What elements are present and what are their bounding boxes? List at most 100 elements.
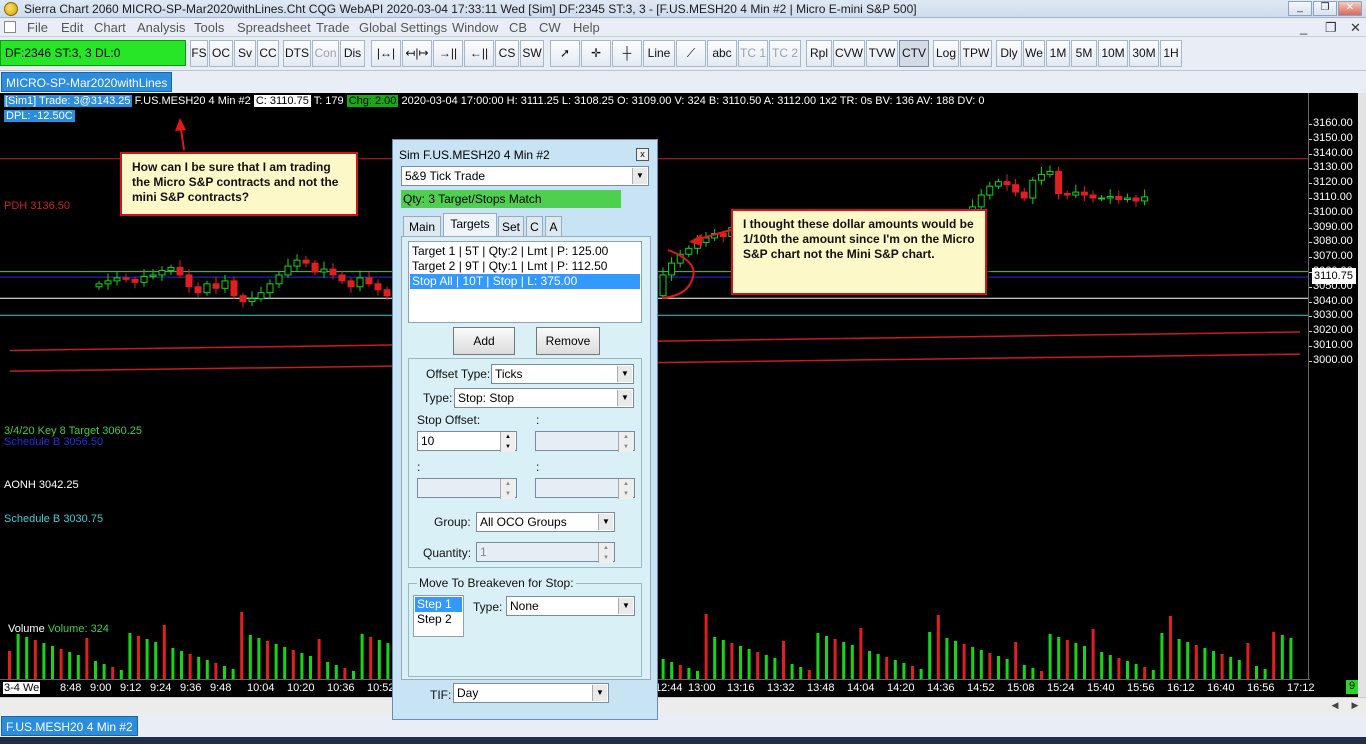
tb-crosshair-icon[interactable]: ✛ [581, 40, 611, 67]
type-select[interactable]: Stop: Stop ▼ [454, 388, 634, 408]
tab-targets[interactable]: Targets [443, 213, 497, 236]
volume-bar [51, 646, 54, 679]
dialog-close-icon[interactable]: x [636, 148, 649, 161]
mdi-restore-button[interactable]: ❐ [1325, 20, 1337, 36]
tb-abc-button[interactable]: abc [707, 40, 737, 67]
tb-1m-button[interactable]: 1M [1046, 40, 1070, 67]
tb-30m-button[interactable]: 30M [1129, 40, 1159, 67]
tb-tpw-button[interactable]: TPW [960, 40, 992, 67]
tab-c[interactable]: C [526, 216, 543, 236]
scroll-right-icon[interactable]: ▶ [1348, 700, 1362, 712]
time-axis-label: 15:40 [1087, 682, 1115, 694]
tb-10m-button[interactable]: 10M [1098, 40, 1128, 67]
tb-cc-button[interactable]: CC [257, 40, 279, 67]
list-item-selected[interactable]: Stop All | 10T | Stop | L: 375.00 [410, 274, 640, 289]
tb-width-increase-icon[interactable]: ↤|↦ [402, 40, 432, 67]
volume-bar [180, 651, 183, 679]
tb-oc-button[interactable]: OC [209, 40, 233, 67]
breakeven-label: Move To Breakeven for Stop: [417, 576, 576, 590]
mdi-close-button[interactable]: ✕ [1350, 20, 1361, 36]
volume-bar [266, 641, 269, 679]
tb-sv-button[interactable]: Sv [234, 40, 256, 67]
menu-edit[interactable]: Edit [61, 20, 83, 35]
tb-ray-icon[interactable]: ⟋ [676, 40, 706, 67]
tif-value: Day [457, 686, 479, 700]
tb-dis-button[interactable]: Dis [340, 40, 365, 67]
menu-spreadsheet[interactable]: Spreadsheet [237, 20, 311, 35]
be-type-select[interactable]: None ▼ [506, 596, 635, 616]
tif-select[interactable]: Day ▼ [453, 683, 609, 703]
tb-1h-button[interactable]: 1H [1160, 40, 1182, 67]
menu-analysis[interactable]: Analysis [137, 20, 185, 35]
doc-icon[interactable] [4, 21, 16, 33]
tb-log-button[interactable]: Log [933, 40, 959, 67]
tab-main[interactable]: Main [403, 216, 441, 236]
tb-sw-button[interactable]: SW [520, 40, 544, 67]
strategy-select[interactable]: 5&9 Tick Trade ▼ [401, 166, 649, 186]
offset-type-select[interactable]: Ticks ▼ [491, 364, 634, 384]
candle-bull [1029, 179, 1037, 199]
tb-space-increase-icon[interactable]: ←||→ [464, 40, 494, 85]
menu-file[interactable]: File [27, 20, 48, 35]
candle-bull [266, 283, 274, 294]
tb-tc2-button[interactable]: TC 2 [769, 40, 801, 67]
disabled-input: ▲ ▼ [535, 431, 635, 452]
menu-help[interactable]: Help [573, 20, 600, 35]
tb-dly-button[interactable]: Dly [996, 40, 1022, 67]
tb-dts-button[interactable]: DTS [283, 40, 311, 67]
vertical-scrollbar[interactable] [1358, 93, 1366, 697]
dialog-title-bar: Sim F.US.MESH20 4 Min #2 x [393, 140, 657, 167]
minimize-button[interactable]: _ [1288, 1, 1312, 16]
close-window-button[interactable]: ✕ [1338, 1, 1362, 16]
list-item[interactable]: Step 2 [415, 612, 462, 627]
breakeven-steps-list[interactable]: Step 1 Step 2 [413, 595, 464, 637]
tb-space-decrease-icon[interactable]: →||← [433, 40, 463, 85]
tb-cursor-icon[interactable]: ┼ [612, 40, 642, 67]
scroll-left-icon[interactable]: ◀ [1328, 700, 1342, 712]
candle-bear [1020, 191, 1028, 199]
restore-button[interactable]: ❐ [1313, 1, 1337, 16]
menu-chart[interactable]: Chart [94, 20, 126, 35]
menu-cb[interactable]: CB [509, 20, 527, 35]
stop-offset-input[interactable]: 10 ▲ ▼ [417, 431, 517, 452]
remove-button[interactable]: Remove [536, 327, 600, 355]
tab-set[interactable]: Set [498, 216, 524, 236]
tb-rpl-button[interactable]: Rpl [806, 40, 832, 67]
qty-status-bar: Qty: 3 Target/Stops Match [401, 190, 621, 208]
menu-window[interactable]: Window [452, 20, 498, 35]
tb-con-button[interactable]: Con [312, 40, 339, 67]
taskbar [0, 737, 1366, 744]
menu-tools[interactable]: Tools [194, 20, 224, 35]
menu-global-settings[interactable]: Global Settings [359, 20, 447, 35]
price-axis[interactable]: 3160.00 3150.00 3140.00 3130.00 3120.00 3110.… [1308, 93, 1358, 697]
tb-tvw-button[interactable]: TVW [866, 40, 898, 67]
horizontal-scrollbar[interactable]: ◀ ▶ [0, 697, 1366, 714]
list-item-selected[interactable]: Step 1 [415, 597, 462, 612]
tb-pointer-icon[interactable]: ➚ [550, 40, 580, 67]
tb-cs-button[interactable]: CS [495, 40, 519, 67]
list-item[interactable]: Target 2 | 9T | Qty:1 | Lmt | P: 112.50 [410, 259, 640, 274]
chart-window-tab[interactable]: F.US.MESH20 4 Min #2 [1, 716, 138, 736]
tb-fs-button[interactable]: FS [190, 40, 208, 67]
menu-trade[interactable]: Trade [316, 20, 349, 35]
tb-width-decrease-icon[interactable]: |↔| [371, 40, 401, 67]
be-type-value: None [510, 599, 539, 613]
mdi-minimize-button[interactable]: _ [1300, 20, 1307, 35]
tb-ctv-button[interactable]: CTV [899, 40, 929, 67]
tab-a[interactable]: A [545, 216, 562, 236]
time-axis-label: 14:52 [967, 682, 995, 694]
chartbook-tab[interactable]: MICRO-SP-Mar2020withLines [1, 72, 173, 92]
targets-list[interactable]: Target 1 | 5T | Qty:2 | Lmt | P: 125.00 … [408, 241, 642, 323]
tb-we-button[interactable]: We [1023, 40, 1045, 67]
tb-5m-button[interactable]: 5M [1071, 40, 1097, 67]
spinner-icon[interactable]: ▲ ▼ [500, 432, 515, 452]
menu-cw[interactable]: CW [539, 20, 561, 35]
group-select[interactable]: All OCO Groups ▼ [476, 512, 615, 532]
list-item[interactable]: Target 1 | 5T | Qty:2 | Lmt | P: 125.00 [410, 244, 640, 259]
tb-cvw-button[interactable]: CVW [833, 40, 865, 67]
volume-bar [859, 628, 863, 679]
tb-tc1-button[interactable]: TC 1 [738, 40, 768, 67]
add-button[interactable]: Add [453, 327, 515, 355]
tb-line-button[interactable]: Line [643, 40, 675, 67]
volume-bar [377, 640, 381, 679]
